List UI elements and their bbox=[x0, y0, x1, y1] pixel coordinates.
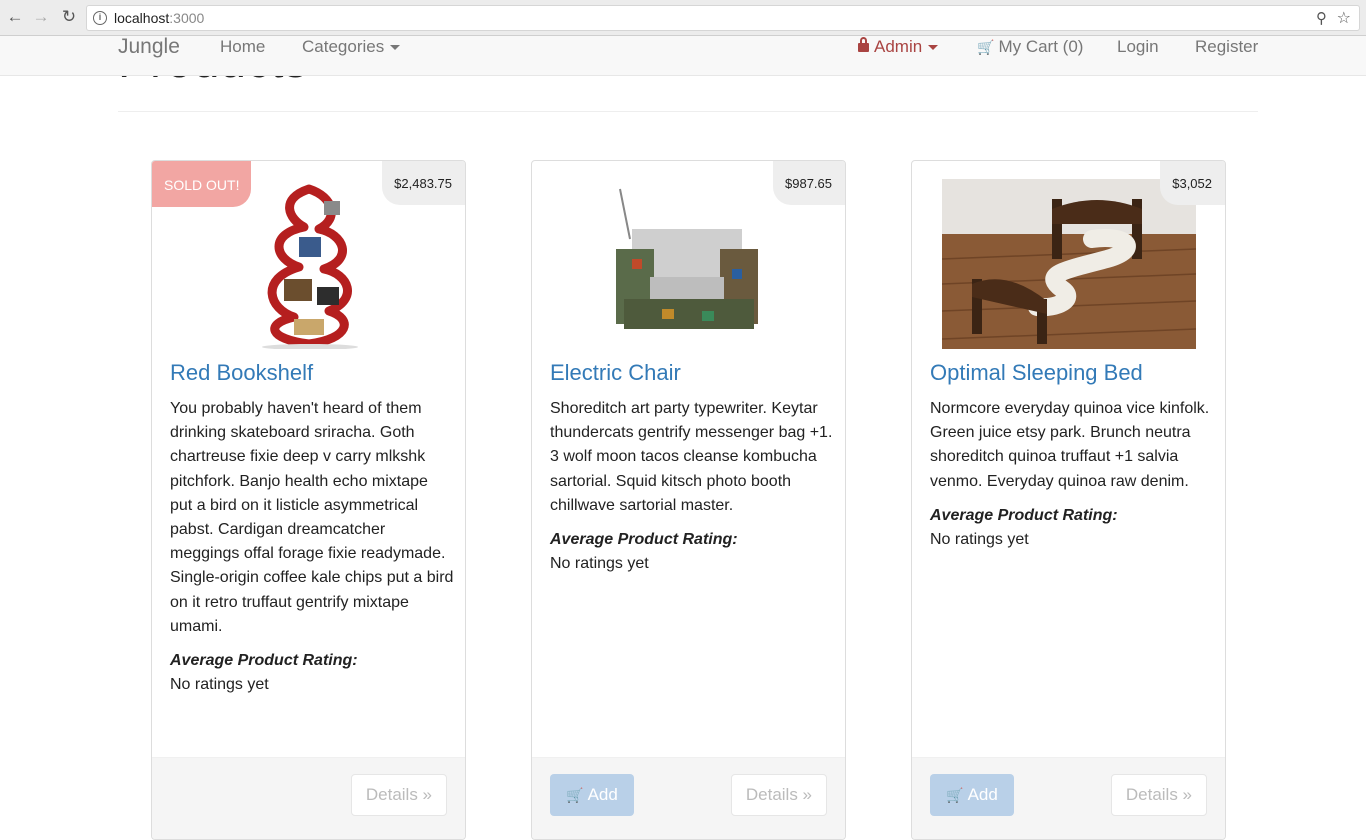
rating-value: No ratings yet bbox=[930, 531, 1029, 549]
price-tag: $3,052 bbox=[1160, 161, 1225, 205]
rating-value: No ratings yet bbox=[170, 676, 269, 694]
details-button[interactable]: Details » bbox=[350, 774, 447, 816]
bookmark-star-icon[interactable]: ☆ bbox=[1337, 8, 1351, 28]
product-name[interactable]: Optimal Sleeping Bed bbox=[930, 360, 1143, 386]
caret-down-icon bbox=[390, 45, 401, 51]
product-name[interactable]: Red Bookshelf bbox=[170, 360, 313, 386]
nav-admin-label: Admin bbox=[874, 37, 923, 56]
zoom-icon[interactable]: ⚲ bbox=[1316, 9, 1327, 27]
product-description: Shoreditch art party typewriter. Keytar … bbox=[550, 397, 834, 576]
details-button[interactable]: Details » bbox=[730, 774, 827, 816]
nav-login[interactable]: Login bbox=[1117, 37, 1159, 57]
shopping-cart-icon: 🛒 bbox=[566, 787, 584, 803]
card-footer: 🛒 Add Details » bbox=[912, 757, 1225, 839]
shopping-cart-icon: 🛒 bbox=[977, 39, 995, 55]
nav-categories-dropdown[interactable]: Categories bbox=[302, 37, 401, 57]
nav-cart[interactable]: 🛒 My Cart (0) bbox=[977, 37, 1083, 57]
product-card: SOLD OUT! $2,483.75 Red Bookshelf You pr… bbox=[151, 160, 466, 840]
info-icon[interactable]: i bbox=[93, 11, 107, 25]
nav-register-label: Register bbox=[1195, 37, 1259, 56]
header-divider bbox=[118, 111, 1258, 112]
details-button[interactable]: Details » bbox=[1110, 774, 1207, 816]
product-image-electric-chair[interactable] bbox=[602, 179, 774, 349]
nav-home[interactable]: Home bbox=[220, 37, 265, 57]
address-bar[interactable]: i localhost:3000 ⚲ ☆ bbox=[86, 5, 1360, 31]
product-image-optimal-sleeping-bed[interactable] bbox=[942, 179, 1196, 349]
rating-label: Average Product Rating: bbox=[930, 506, 1118, 524]
add-label: Add bbox=[587, 785, 618, 804]
nav-home-label: Home bbox=[220, 37, 266, 56]
forward-arrow-icon[interactable]: → bbox=[32, 8, 50, 26]
nav-admin-dropdown[interactable]: Admin bbox=[858, 37, 939, 57]
nav-login-label: Login bbox=[1117, 37, 1159, 56]
caret-down-icon bbox=[928, 45, 939, 51]
card-footer: Details » bbox=[152, 757, 465, 839]
url-text: localhost:3000 bbox=[114, 10, 205, 26]
shopping-cart-icon: 🛒 bbox=[946, 787, 964, 803]
price-tag: $2,483.75 bbox=[382, 161, 465, 205]
add-to-cart-button[interactable]: 🛒 Add bbox=[930, 774, 1014, 816]
rating-label: Average Product Rating: bbox=[550, 531, 738, 549]
browser-toolbar: ← → ↻ i localhost:3000 ⚲ ☆ bbox=[0, 0, 1366, 36]
nav-categories-label: Categories bbox=[302, 37, 385, 56]
product-image-red-bookshelf[interactable] bbox=[239, 179, 381, 349]
product-description: Normcore everyday quinoa vice kinfolk. G… bbox=[930, 397, 1214, 552]
brand-link[interactable]: Jungle bbox=[118, 35, 180, 59]
lock-icon bbox=[858, 37, 869, 52]
reload-icon[interactable]: ↻ bbox=[60, 8, 78, 26]
top-navbar: Jungle Home Categories Admin 🛒 My Cart (0… bbox=[0, 35, 1366, 76]
product-name[interactable]: Electric Chair bbox=[550, 360, 681, 386]
product-card: $987.65 Electric Chair Shoreditch art pa… bbox=[531, 160, 846, 840]
description-text: You probably haven't heard of them drink… bbox=[170, 400, 454, 635]
card-footer: 🛒 Add Details » bbox=[532, 757, 845, 839]
description-text: Shoreditch art party typewriter. Keytar … bbox=[550, 400, 833, 514]
add-to-cart-button[interactable]: 🛒 Add bbox=[550, 774, 634, 816]
back-arrow-icon[interactable]: ← bbox=[6, 8, 24, 26]
add-label: Add bbox=[967, 785, 998, 804]
price-tag: $987.65 bbox=[773, 161, 845, 205]
product-card: $3,052 Optimal Sleeping Bed Normcore eve… bbox=[911, 160, 1226, 840]
rating-value: No ratings yet bbox=[550, 555, 649, 573]
rating-label: Average Product Rating: bbox=[170, 652, 358, 670]
nav-cart-label: My Cart (0) bbox=[998, 37, 1084, 56]
nav-register[interactable]: Register bbox=[1195, 37, 1258, 57]
description-text: Normcore everyday quinoa vice kinfolk. G… bbox=[930, 400, 1210, 490]
sold-out-badge: SOLD OUT! bbox=[152, 161, 252, 207]
product-description: You probably haven't heard of them drink… bbox=[170, 397, 454, 697]
